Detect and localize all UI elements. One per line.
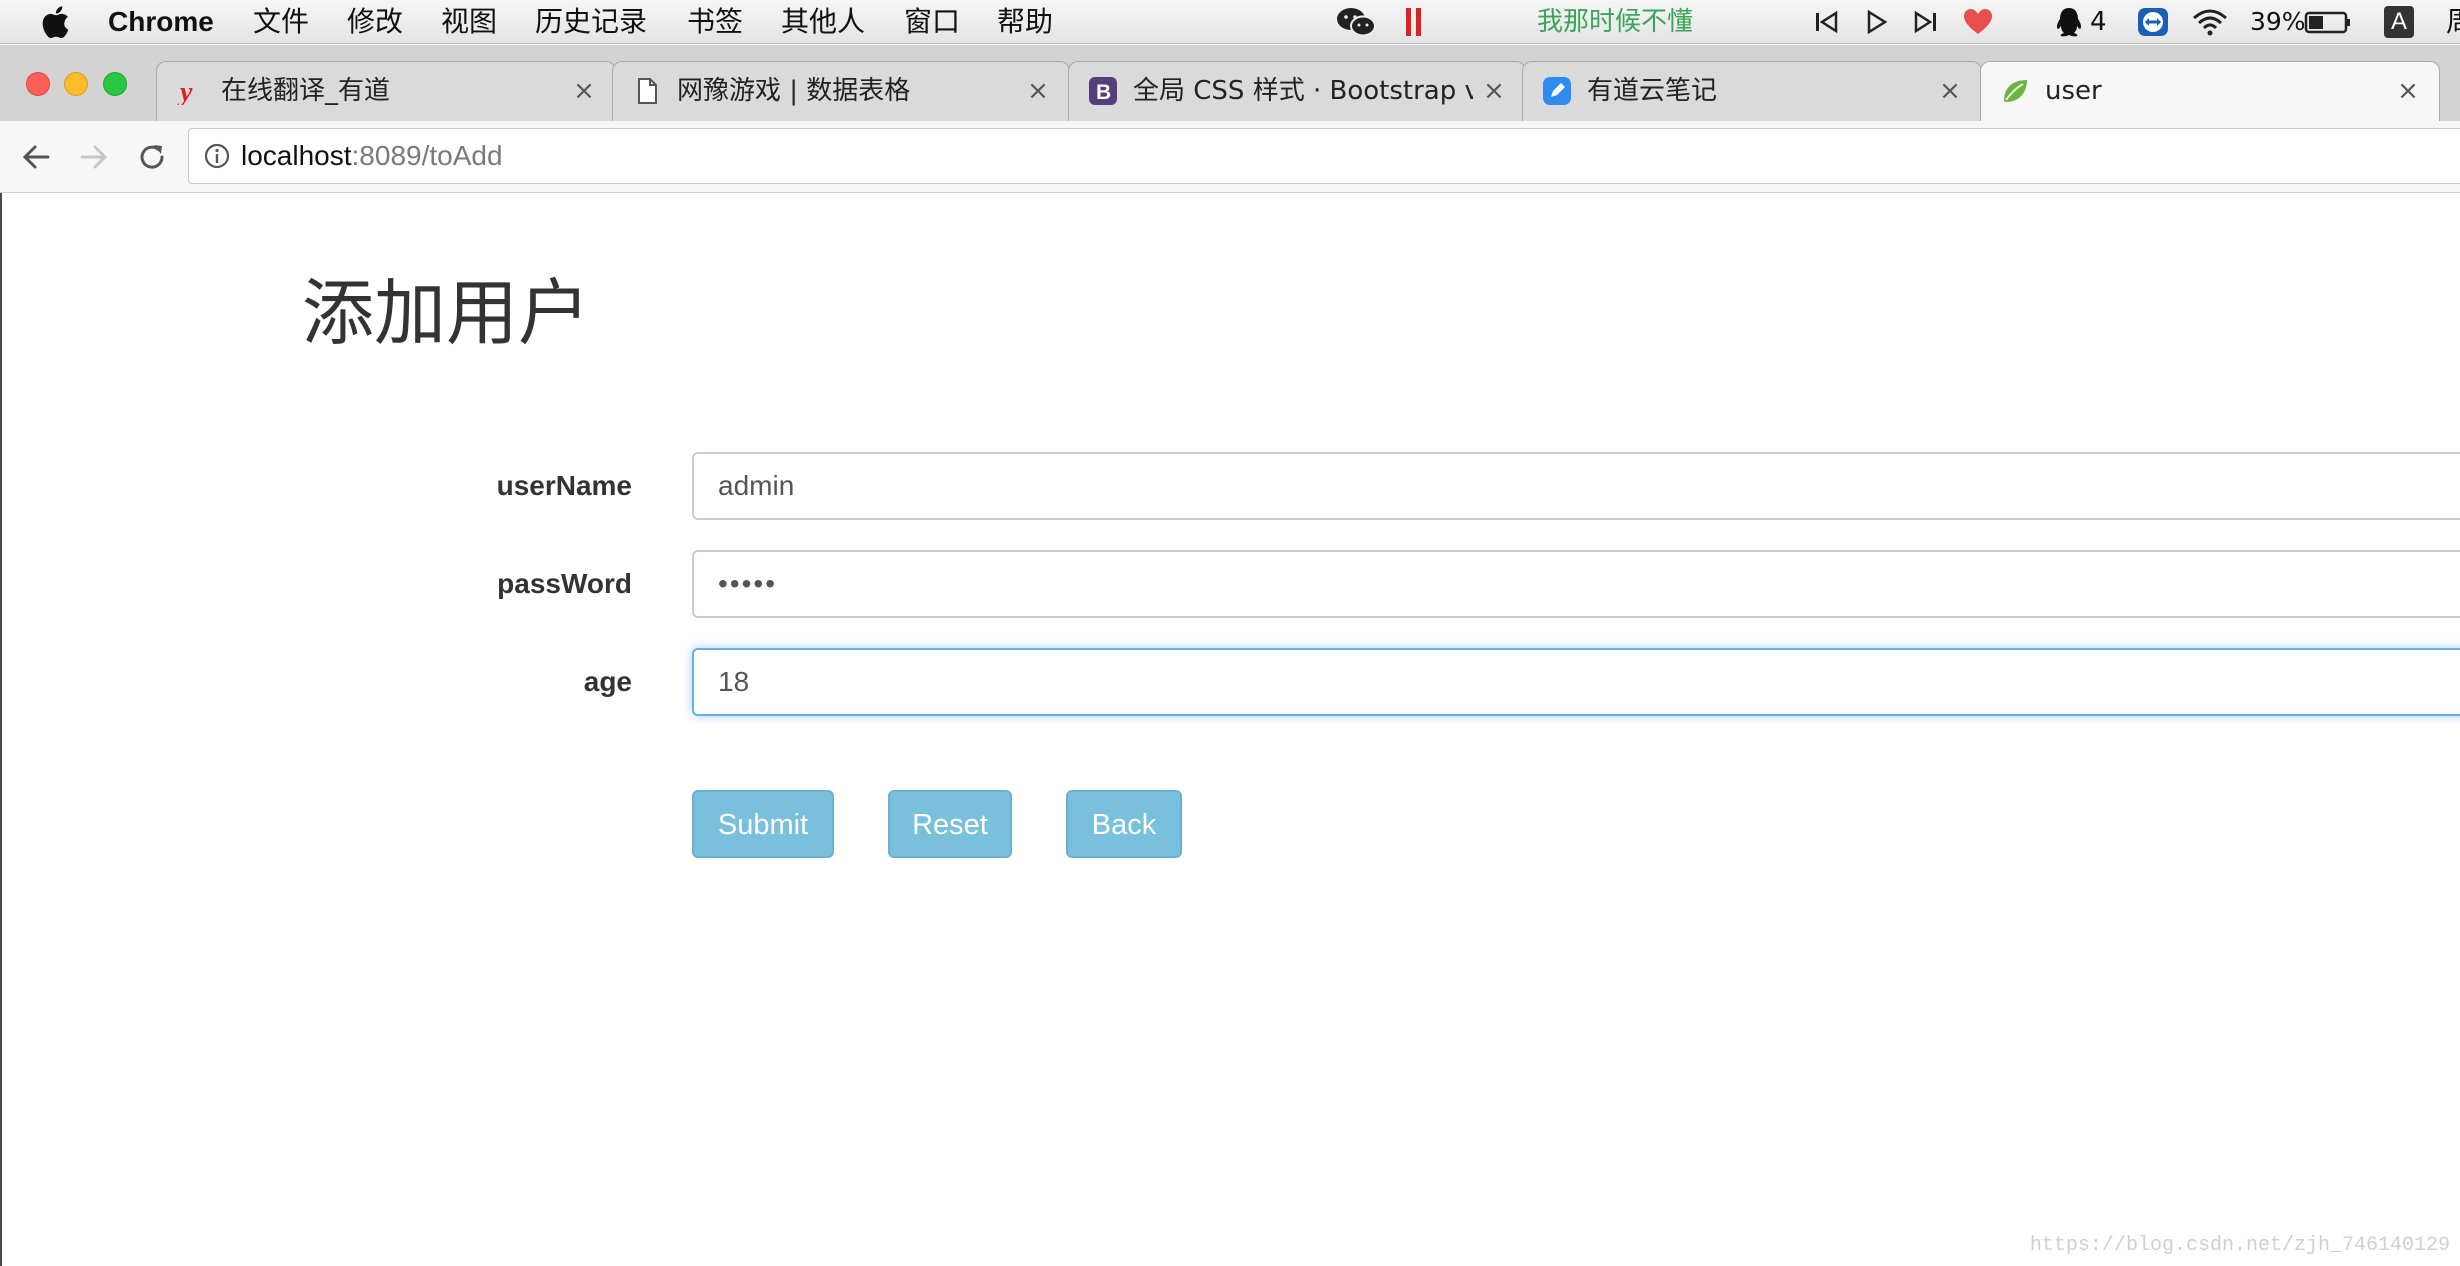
back-arrow-icon[interactable] (18, 139, 54, 175)
apple-icon[interactable] (40, 5, 70, 39)
tab-user[interactable]: user × (1980, 61, 2440, 122)
now-playing-song[interactable]: 我那时候不懂 (1537, 0, 1693, 44)
tab-data-table[interactable]: 网豫游戏 | 数据表格 × (612, 61, 1070, 121)
tab-title: 全局 CSS 样式 · Bootstrap v3 中 (1133, 76, 1473, 106)
heart-icon[interactable] (1962, 6, 1994, 38)
menu-item-history[interactable]: 历史记录 (535, 0, 647, 44)
age-input[interactable]: 18 (692, 648, 2460, 716)
back-button[interactable]: Back (1066, 790, 1182, 858)
play-icon[interactable] (1862, 6, 1890, 38)
youdao-note-icon (1543, 77, 1571, 105)
teamviewer-icon[interactable] (2136, 6, 2170, 38)
tab-close-icon[interactable]: × (569, 76, 599, 106)
forward-arrow-icon[interactable] (76, 139, 112, 175)
wechat-icon[interactable] (1335, 6, 1377, 38)
username-label: userName (496, 470, 632, 501)
svg-text:B: B (1096, 81, 1111, 104)
address-url: localhost:8089/toAdd (241, 129, 503, 183)
menu-item-window[interactable]: 窗口 (904, 0, 960, 44)
window-edge (0, 193, 2, 1266)
url-host: localhost (241, 140, 352, 171)
menu-item-edit[interactable]: 修改 (347, 0, 403, 44)
menu-item-help[interactable]: 帮助 (997, 0, 1053, 44)
tab-bootstrap-css[interactable]: B 全局 CSS 样式 · Bootstrap v3 中 × (1068, 61, 1526, 121)
battery-icon[interactable] (2304, 6, 2352, 38)
next-track-icon[interactable] (1912, 6, 1940, 38)
tab-title: 在线翻译_有道 (221, 76, 391, 106)
pause-recording-icon[interactable] (1404, 6, 1424, 38)
window-zoom-button[interactable] (103, 72, 127, 96)
csdn-watermark: https://blog.csdn.net/zjh_746140129 (2029, 1234, 2450, 1257)
qq-unread-count: 4 (2090, 7, 2107, 37)
qq-icon[interactable] (2054, 6, 2084, 38)
reset-button[interactable]: Reset (888, 790, 1012, 858)
menu-item-people[interactable]: 其他人 (781, 0, 865, 44)
submit-button[interactable]: Submit (692, 790, 834, 858)
menu-clock-clipped[interactable]: 周 (2446, 0, 2460, 44)
window-close-button[interactable] (26, 72, 50, 96)
spring-leaf-icon (2004, 80, 2027, 102)
menu-app-name[interactable]: Chrome (108, 0, 214, 44)
address-bar[interactable]: localhost:8089/toAdd (188, 128, 2460, 184)
password-label: passWord (497, 568, 632, 599)
username-input[interactable]: admin (692, 452, 2460, 520)
page-icon (638, 78, 657, 104)
age-label: age (583, 666, 632, 697)
menu-item-file[interactable]: 文件 (253, 0, 309, 44)
tab-close-icon[interactable]: × (2393, 76, 2423, 106)
password-input[interactable]: ••••• (692, 550, 2460, 618)
battery-percent: 39% (2250, 7, 2306, 36)
tab-title: 网豫游戏 | 数据表格 (677, 76, 911, 106)
macos-menu-bar: Chrome 文件 修改 视图 历史记录 书签 其他人 窗口 帮助 我那时候不懂… (0, 0, 2460, 44)
svg-text:y: y (177, 77, 193, 105)
tab-close-icon[interactable]: × (1935, 76, 1965, 106)
url-path: :8089/toAdd (351, 140, 503, 171)
window-minimize-button[interactable] (64, 72, 88, 96)
bootstrap-icon: B (1089, 77, 1117, 105)
page-title: 添加用户 (302, 271, 591, 355)
tab-title: user (2045, 76, 2102, 106)
tab-youdao-translate[interactable]: y 在线翻译_有道 × (156, 61, 616, 121)
menu-item-view[interactable]: 视图 (441, 0, 497, 44)
input-method-icon[interactable]: A (2384, 6, 2414, 38)
tab-youdao-note[interactable]: 有道云笔记 × (1522, 61, 1982, 121)
site-info-icon[interactable] (203, 142, 231, 170)
menu-item-bookmarks[interactable]: 书签 (687, 0, 743, 44)
tab-close-icon[interactable]: × (1023, 76, 1053, 106)
reload-icon[interactable] (134, 139, 170, 175)
youdao-icon: y (177, 77, 193, 105)
tab-title: 有道云笔记 (1587, 76, 1718, 106)
previous-track-icon[interactable] (1812, 6, 1840, 38)
tab-close-icon[interactable]: × (1479, 76, 1509, 106)
wifi-icon[interactable] (2190, 6, 2230, 38)
